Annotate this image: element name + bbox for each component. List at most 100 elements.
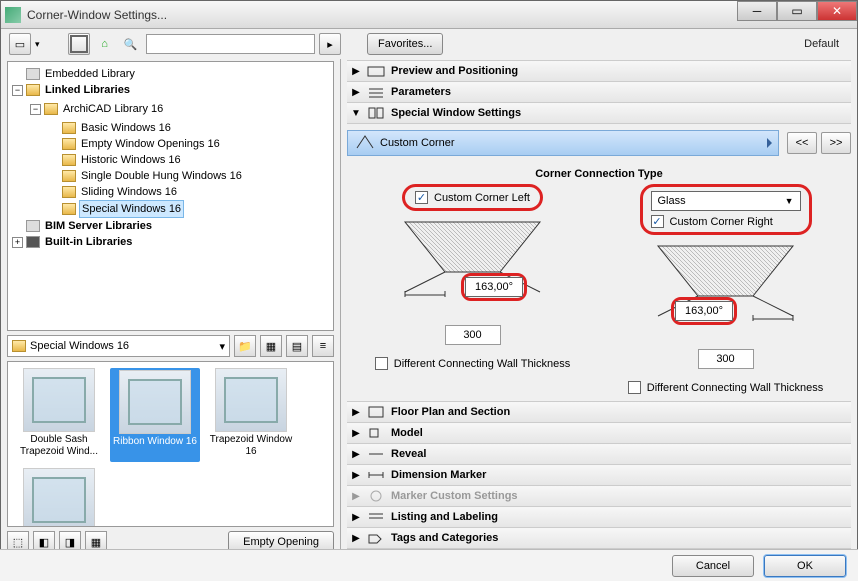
filter-b-icon[interactable]: ⌂ <box>94 33 116 55</box>
wall-thk-label-right: Different Connecting Wall Thickness <box>647 382 824 394</box>
folder-icon <box>62 122 76 134</box>
thumbnail-item[interactable]: Trapezoid Window 16 <box>206 368 296 462</box>
folder-icon <box>62 154 76 166</box>
close-button[interactable]: ✕ <box>817 1 857 21</box>
highlight-right: Glass ▼ ✓ Custom Corner Right <box>640 184 812 235</box>
thumbnail-item[interactable]: Double Sash Trapezoid Wind... <box>14 368 104 462</box>
tab-arrow-icon <box>767 138 772 148</box>
thumbnail-item-selected[interactable]: Ribbon Window 16 <box>110 368 200 462</box>
cancel-button[interactable]: Cancel <box>672 555 754 577</box>
tree-builtin[interactable]: Built-in Libraries <box>43 234 134 250</box>
folder-icon <box>62 170 76 182</box>
section-markercustom: ▶Marker Custom Settings <box>347 485 851 507</box>
tree-item[interactable]: Single Double Hung Windows 16 <box>79 168 244 184</box>
angle-input-left[interactable]: 163,00° <box>465 277 523 297</box>
expander-icon[interactable]: + <box>12 237 23 248</box>
browser-folder-label: Special Windows 16 <box>30 340 129 352</box>
expander-icon[interactable]: − <box>12 85 23 96</box>
dialog-footer: Cancel OK <box>0 549 858 581</box>
highlight-angle-left: 163,00° <box>461 273 527 301</box>
server-icon <box>26 220 40 232</box>
prev-page-button[interactable]: << <box>787 132 817 154</box>
next-page-button[interactable]: >> <box>821 132 851 154</box>
highlight-angle-right: 163,00° <box>671 297 737 325</box>
angle-input-right[interactable]: 163,00° <box>675 301 733 321</box>
folder-icon <box>62 203 76 215</box>
dropdown-caret-icon: ▼ <box>785 196 794 206</box>
parameters-icon <box>367 85 385 99</box>
thumbnail-grid: Double Sash Trapezoid Wind... Ribbon Win… <box>7 361 334 527</box>
preview-icon <box>367 64 385 78</box>
folder-icon <box>12 340 26 352</box>
thumbnail-item[interactable]: Vent Window 16 <box>14 468 104 527</box>
checkbox-wall-thk-right[interactable]: ✓ <box>628 381 641 394</box>
custom-corner-left-label: Custom Corner Left <box>434 192 530 204</box>
section-parameters[interactable]: ▶ Parameters <box>347 81 851 103</box>
maximize-button[interactable]: ▭ <box>777 1 817 21</box>
window-title: Corner-Window Settings... <box>27 8 167 22</box>
tree-item-selected[interactable]: Special Windows 16 <box>79 200 184 218</box>
tree-embedded[interactable]: Embedded Library <box>43 66 137 82</box>
corner-diagram-right: 163,00° <box>653 241 798 321</box>
chevron-down-icon: ▼ <box>351 108 361 119</box>
dimension-input-right[interactable] <box>698 349 754 369</box>
favorites-button[interactable]: Favorites... <box>367 33 443 55</box>
library-icon <box>26 68 40 80</box>
section-floorplan[interactable]: ▶Floor Plan and Section <box>347 401 851 423</box>
ok-button[interactable]: OK <box>764 555 846 577</box>
tree-item[interactable]: Basic Windows 16 <box>79 120 173 136</box>
glass-dropdown[interactable]: Glass ▼ <box>651 191 801 211</box>
builtin-icon <box>26 236 40 248</box>
section-dimmarker[interactable]: ▶Dimension Marker <box>347 464 851 486</box>
corner-diagram-left: 163,00° <box>400 217 545 297</box>
corner-connection-header: Corner Connection Type <box>347 168 851 180</box>
chevron-right-icon: ▶ <box>351 87 361 98</box>
filter-a-icon[interactable] <box>68 33 90 55</box>
section-model[interactable]: ▶Model <box>347 422 851 444</box>
view-list-icon[interactable]: ≡ <box>312 335 334 357</box>
tree-archicad[interactable]: ArchiCAD Library 16 <box>61 101 165 117</box>
tree-item[interactable]: Sliding Windows 16 <box>79 184 179 200</box>
special-icon <box>367 106 385 120</box>
dropdown-caret-icon[interactable]: ▾ <box>35 39 40 50</box>
folder-icon <box>62 138 76 150</box>
checkbox-wall-thk-left[interactable]: ✓ <box>375 357 388 370</box>
checkbox-right[interactable]: ✓ <box>651 215 664 228</box>
dim-icon <box>367 468 385 482</box>
tree-bim[interactable]: BIM Server Libraries <box>43 218 154 234</box>
app-icon <box>5 7 21 23</box>
view-mode-icon[interactable]: ▭ <box>9 33 31 55</box>
wall-thk-label-left: Different Connecting Wall Thickness <box>394 358 571 370</box>
section-listing[interactable]: ▶Listing and Labeling <box>347 506 851 528</box>
view-large-icon[interactable]: ▦ <box>260 335 282 357</box>
browser-folder-dropdown[interactable]: Special Windows 16 ▾ <box>7 335 230 357</box>
up-folder-icon[interactable]: 📁 <box>234 335 256 357</box>
search-icon[interactable]: 🔍 <box>120 33 142 55</box>
checkbox-left[interactable]: ✓ <box>415 191 428 204</box>
tree-item[interactable]: Empty Window Openings 16 <box>79 136 222 152</box>
custom-corner-right-label: Custom Corner Right <box>670 216 773 228</box>
dimension-input-left[interactable] <box>445 325 501 345</box>
view-small-icon[interactable]: ▤ <box>286 335 308 357</box>
default-label[interactable]: Default <box>804 38 839 50</box>
dropdown-caret-icon: ▾ <box>219 340 225 353</box>
tree-linked[interactable]: Linked Libraries <box>43 82 132 98</box>
marker-icon <box>367 489 385 503</box>
tree-item[interactable]: Historic Windows 16 <box>79 152 183 168</box>
minimize-button[interactable]: ─ <box>737 1 777 21</box>
custom-corner-tab[interactable]: Custom Corner <box>347 130 779 156</box>
library-tree[interactable]: Embedded Library − Linked Libraries − Ar… <box>7 61 334 331</box>
tags-icon <box>367 531 385 545</box>
search-go-icon[interactable]: ▸ <box>319 33 341 55</box>
listing-icon <box>367 510 385 524</box>
section-preview[interactable]: ▶ Preview and Positioning <box>347 60 851 82</box>
section-special[interactable]: ▼ Special Window Settings <box>347 102 851 124</box>
reveal-icon <box>367 447 385 461</box>
section-tags[interactable]: ▶Tags and Categories <box>347 527 851 549</box>
expander-icon[interactable]: − <box>30 104 41 115</box>
folder-icon <box>44 103 58 115</box>
section-reveal[interactable]: ▶Reveal <box>347 443 851 465</box>
titlebar: Corner-Window Settings... ─ ▭ ✕ <box>1 1 857 29</box>
search-input[interactable] <box>146 34 315 54</box>
highlight-left: ✓ Custom Corner Left <box>402 184 543 211</box>
